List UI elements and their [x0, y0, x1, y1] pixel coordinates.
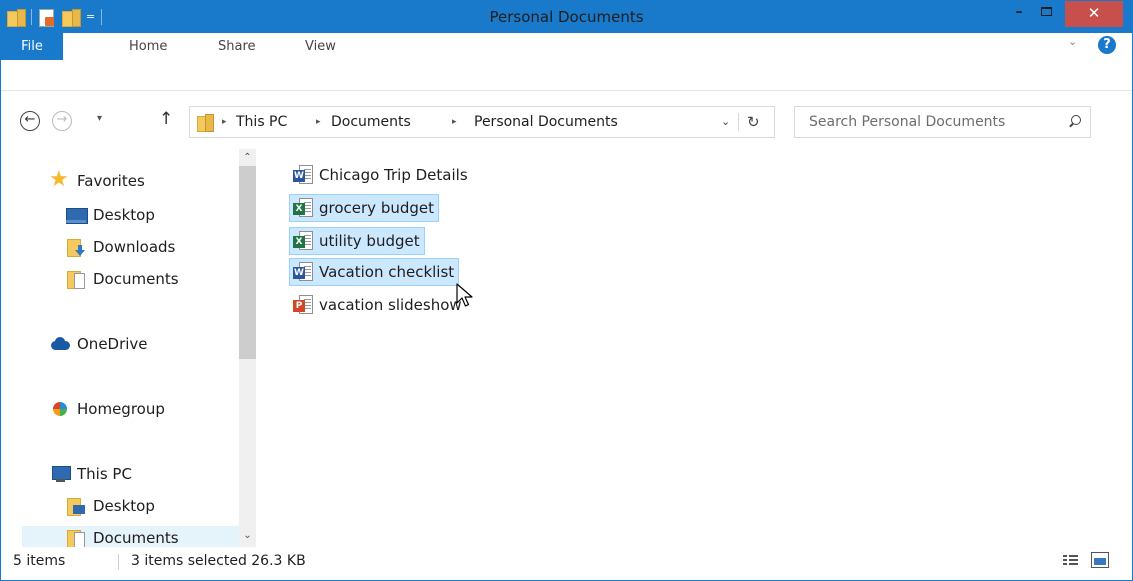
- file-name: Vacation checklist: [319, 263, 455, 281]
- file-list: W Chicago Trip Details X grocery budget …: [281, 161, 1121, 541]
- scroll-down-arrow-icon[interactable]: ⌄: [239, 527, 256, 544]
- status-bar: 5 items 3 items selected 26.3 KB: [1, 547, 1132, 580]
- tab-home[interactable]: Home: [129, 33, 167, 60]
- nav-item-label: Desktop: [93, 206, 155, 224]
- breadcrumb-documents[interactable]: Documents: [331, 107, 411, 137]
- documents-folder-icon: [66, 528, 86, 547]
- file-item-utility-budget[interactable]: X utility budget: [289, 227, 425, 255]
- computer-icon: [50, 464, 71, 484]
- nav-item-label: Desktop: [93, 497, 155, 515]
- navigation-pane: Favorites Desktop Downloads Documents On…: [2, 149, 262, 547]
- homegroup-icon: [50, 399, 70, 419]
- up-button[interactable]: ↑: [159, 109, 173, 129]
- nav-item-label: OneDrive: [77, 335, 148, 353]
- details-view-icon[interactable]: [1063, 553, 1079, 569]
- forward-button[interactable]: →: [52, 111, 72, 131]
- excel-spreadsheet-icon: X: [293, 198, 315, 218]
- toolbar-divider: [101, 9, 103, 25]
- nav-item-homegroup[interactable]: Homegroup: [50, 397, 165, 421]
- onedrive-icon: [50, 334, 70, 354]
- powerpoint-presentation-icon: P: [293, 295, 315, 315]
- recent-locations-dropdown-icon[interactable]: ▾: [97, 113, 102, 124]
- nav-item-documents[interactable]: Documents: [66, 267, 179, 291]
- nav-item-desktop[interactable]: Desktop: [66, 203, 155, 227]
- item-count: 5 items: [13, 553, 66, 569]
- documents-folder-icon: [66, 269, 86, 289]
- expand-ribbon-chevron-icon[interactable]: ⌄: [1068, 35, 1077, 48]
- quick-access-toolbar: =: [7, 7, 103, 27]
- navigation-pane-scrollbar[interactable]: ⌃ ⌄: [239, 149, 256, 547]
- window-title: Personal Documents: [489, 8, 644, 26]
- breadcrumb-this-pc[interactable]: This PC: [236, 107, 287, 137]
- maximize-button[interactable]: [1033, 1, 1059, 25]
- search-input[interactable]: Search Personal Documents: [794, 106, 1091, 138]
- file-item-vacation-checklist[interactable]: W Vacation checklist: [289, 258, 460, 286]
- nav-item-label: Documents: [93, 529, 179, 547]
- tab-view[interactable]: View: [305, 33, 336, 60]
- excel-spreadsheet-icon: X: [293, 231, 315, 251]
- selection-summary: 3 items selected 26.3 KB: [131, 553, 306, 569]
- new-folder-icon[interactable]: [62, 9, 81, 27]
- nav-item-this-pc-desktop[interactable]: Desktop: [66, 494, 155, 518]
- explorer-window: = Personal Documents – ✕ File Home Share…: [0, 0, 1133, 581]
- file-item-vacation-slideshow[interactable]: P vacation slideshow: [289, 291, 467, 319]
- desktop-folder-icon: [66, 496, 86, 516]
- file-name: utility budget: [319, 232, 420, 250]
- folder-icon[interactable]: [7, 9, 26, 27]
- status-divider: [118, 554, 119, 570]
- folder-icon: [197, 114, 214, 132]
- maximize-icon: [1040, 7, 1052, 16]
- nav-item-label: Favorites: [77, 172, 145, 190]
- large-icons-view-icon[interactable]: [1091, 552, 1109, 568]
- downloads-folder-icon: [66, 237, 86, 257]
- help-icon[interactable]: ?: [1098, 36, 1116, 54]
- minimize-button[interactable]: –: [1005, 1, 1033, 25]
- toolbar-divider: [31, 9, 32, 25]
- nav-item-label: Documents: [93, 270, 179, 288]
- file-name: Chicago Trip Details: [319, 166, 468, 184]
- scroll-up-arrow-icon[interactable]: ⌃: [239, 149, 256, 166]
- star-icon: [49, 168, 70, 192]
- nav-item-label: This PC: [77, 465, 132, 483]
- back-button[interactable]: ←: [20, 111, 40, 131]
- title-bar[interactable]: = Personal Documents – ✕: [1, 1, 1132, 33]
- nav-item-downloads[interactable]: Downloads: [66, 235, 175, 259]
- nav-item-favorites[interactable]: Favorites: [49, 168, 145, 193]
- close-button[interactable]: ✕: [1065, 1, 1123, 27]
- file-name: grocery budget: [319, 199, 435, 217]
- word-document-icon: W: [293, 165, 315, 185]
- desktop-icon: [66, 205, 88, 225]
- nav-item-label: Downloads: [93, 238, 176, 256]
- refresh-icon[interactable]: ↻: [747, 107, 760, 137]
- mouse-cursor-icon: [456, 283, 473, 307]
- address-divider: [738, 113, 739, 131]
- nav-item-onedrive[interactable]: OneDrive: [50, 332, 148, 356]
- nav-item-label: Homegroup: [77, 400, 165, 418]
- address-bar[interactable]: ▸ This PC ▸ Documents ▸ Personal Documen…: [189, 106, 775, 138]
- file-item-grocery-budget[interactable]: X grocery budget: [289, 194, 440, 222]
- tab-file[interactable]: File: [1, 33, 63, 60]
- breadcrumb-separator-icon[interactable]: ▸: [316, 107, 321, 137]
- breadcrumb-separator-icon[interactable]: ▸: [222, 107, 227, 137]
- address-dropdown-icon[interactable]: ⌄: [721, 107, 730, 137]
- scrollbar-thumb[interactable]: [239, 166, 256, 359]
- ribbon: [1, 33, 1132, 91]
- properties-icon[interactable]: [38, 8, 56, 27]
- nav-item-this-pc-documents[interactable]: Documents: [66, 526, 179, 547]
- file-name: vacation slideshow: [319, 296, 462, 314]
- search-icon[interactable]: [1067, 114, 1083, 130]
- nav-item-this-pc[interactable]: This PC: [50, 462, 132, 486]
- breadcrumb-personal-documents[interactable]: Personal Documents: [474, 107, 618, 137]
- file-item-chicago-trip-details[interactable]: W Chicago Trip Details: [289, 161, 473, 189]
- tab-share[interactable]: Share: [218, 33, 256, 60]
- word-document-icon: W: [293, 262, 315, 282]
- breadcrumb-separator-icon[interactable]: ▸: [452, 107, 457, 137]
- customize-toolbar-dropdown-icon[interactable]: =: [86, 9, 95, 25]
- search-placeholder: Search Personal Documents: [809, 114, 1006, 130]
